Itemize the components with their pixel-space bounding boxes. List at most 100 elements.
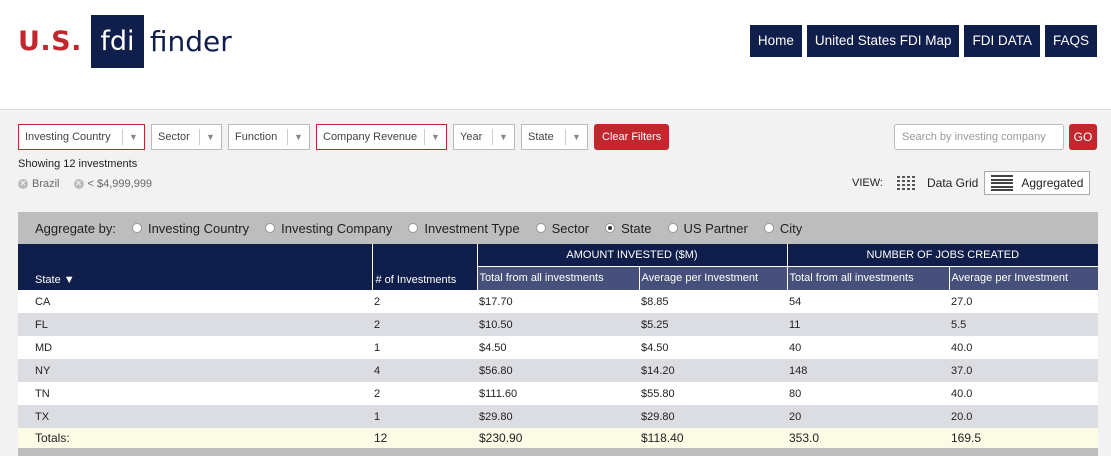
- aggregate-by-bar: Aggregate by: Investing Country Investin…: [18, 212, 1098, 244]
- chevron-down-icon: ▼: [424, 129, 446, 145]
- radio-sector[interactable]: Sector: [535, 220, 590, 236]
- cell-state: TN: [18, 382, 372, 405]
- cell-jobs-total: 148: [787, 359, 949, 382]
- nav-faqs[interactable]: FAQS: [1044, 25, 1097, 57]
- filter-label: Sector: [158, 131, 190, 143]
- cell-jobs-total: 40: [787, 336, 949, 359]
- column-header-state[interactable]: State ▼: [18, 244, 372, 290]
- filter-year[interactable]: Year ▼: [453, 124, 515, 150]
- cell-jobs-total: 80: [787, 382, 949, 405]
- radio-us-partner[interactable]: US Partner: [667, 221, 748, 236]
- radio-investment-type[interactable]: Investment Type: [408, 221, 520, 236]
- filter-label: Company Revenue: [323, 131, 418, 143]
- cell-jobs-total: 20: [787, 405, 949, 428]
- cell-count: 1: [372, 405, 477, 428]
- column-header-amount-total[interactable]: Total from all investments: [476, 265, 639, 290]
- site-header: U.S. fdi finder Home United States FDI M…: [0, 0, 1111, 110]
- table-row: TX 1 $29.80 $29.80 20 20.0: [18, 405, 1098, 428]
- filter-company-revenue[interactable]: Company Revenue ▼: [316, 124, 447, 150]
- cell-jobs-total: 11: [787, 313, 949, 336]
- cell-jobs-avg: 27.0: [949, 290, 1098, 313]
- cell-count: 2: [372, 313, 477, 336]
- chip-brazil[interactable]: ✕ Brazil: [18, 178, 60, 190]
- filter-label: Year: [460, 131, 483, 143]
- cell-amount-total: $111.60: [477, 382, 639, 405]
- group-header-amount: AMOUNT INVESTED ($M): [476, 244, 787, 267]
- radio-investing-country[interactable]: Investing Country: [131, 221, 249, 236]
- cell-state: NY: [18, 359, 372, 382]
- cell-amount-total: $4.50: [477, 336, 639, 359]
- table-row: CA 2 $17.70 $8.85 54 27.0: [18, 290, 1098, 313]
- radio-label: City: [779, 220, 803, 236]
- chip-revenue[interactable]: ✕ < $4,999,999: [73, 178, 152, 190]
- remove-icon[interactable]: ✕: [73, 179, 84, 189]
- logo-us-text: U.S.: [18, 25, 82, 57]
- cell-jobs-avg: 5.5: [949, 313, 1098, 336]
- cell-count: 2: [372, 382, 477, 405]
- radio-icon: [535, 223, 546, 233]
- cell-jobs-avg: 40.0: [949, 336, 1098, 359]
- filter-label: Investing Country: [25, 131, 111, 143]
- company-search-input[interactable]: Search by investing company: [894, 124, 1064, 150]
- aggregate-table: State ▼ # of Investments AMOUNT INVESTED…: [18, 244, 1098, 448]
- totals-jobs-total: 353.0: [787, 428, 949, 448]
- logo-finder-text: finder: [149, 24, 232, 58]
- radio-investing-company[interactable]: Investing Company: [265, 221, 392, 236]
- remove-icon[interactable]: ✕: [18, 179, 28, 189]
- totals-row: Totals: 12 $230.90 $118.40 353.0 169.5: [18, 428, 1098, 448]
- main-nav: Home United States FDI Map FDI DATA FAQS: [749, 25, 1097, 57]
- cell-jobs-avg: 40.0: [949, 382, 1098, 405]
- radio-icon: [763, 223, 774, 233]
- cell-amount-avg: $4.50: [639, 336, 787, 359]
- filter-sector[interactable]: Sector ▼: [151, 124, 222, 150]
- chevron-down-icon: ▼: [122, 129, 144, 145]
- cell-amount-avg: $14.20: [639, 359, 787, 382]
- nav-home[interactable]: Home: [749, 25, 802, 57]
- chip-label: Brazil: [32, 178, 60, 190]
- aggregate-label: Aggregate by:: [35, 220, 116, 236]
- cell-state: MD: [18, 336, 372, 359]
- column-header-investments[interactable]: # of Investments: [371, 244, 477, 290]
- radio-city[interactable]: City: [763, 220, 803, 236]
- column-header-amount-avg[interactable]: Average per Investment: [638, 265, 787, 290]
- nav-fdi-map[interactable]: United States FDI Map: [806, 25, 960, 57]
- chevron-down-icon: ▼: [199, 129, 221, 145]
- cell-count: 1: [372, 336, 477, 359]
- view-switcher: VIEW: Data Grid Aggregated: [852, 171, 1091, 195]
- column-header-jobs-total[interactable]: Total from all investments: [786, 265, 949, 290]
- column-header-jobs-avg[interactable]: Average per Investment: [948, 265, 1098, 290]
- totals-jobs-avg: 169.5: [949, 428, 1098, 448]
- radio-label: Sector: [551, 220, 590, 236]
- totals-amount-avg: $118.40: [639, 428, 787, 448]
- view-label: VIEW:: [852, 177, 883, 189]
- filter-investing-country[interactable]: Investing Country ▼: [18, 124, 145, 150]
- view-option-label: Data Grid: [926, 176, 979, 190]
- active-filter-chips: ✕ Brazil ✕ < $4,999,999: [18, 178, 152, 190]
- filter-label: Function: [235, 131, 278, 143]
- site-logo[interactable]: U.S. fdi finder: [18, 14, 232, 68]
- totals-amount-total: $230.90: [477, 428, 639, 448]
- cell-jobs-avg: 20.0: [949, 405, 1098, 428]
- cell-jobs-avg: 37.0: [949, 359, 1098, 382]
- chevron-down-icon: ▼: [565, 129, 587, 145]
- view-aggregated[interactable]: Aggregated: [984, 171, 1091, 195]
- table-row: NY 4 $56.80 $14.20 148 37.0: [18, 359, 1098, 382]
- radio-icon: [408, 223, 419, 233]
- search-go-button[interactable]: GO: [1069, 124, 1097, 150]
- nav-fdi-data[interactable]: FDI DATA: [964, 25, 1040, 57]
- clear-filters-button[interactable]: Clear Filters: [594, 124, 670, 150]
- radio-state[interactable]: State: [605, 221, 652, 236]
- table-row: FL 2 $10.50 $5.25 11 5.5: [18, 313, 1098, 336]
- grid-icon: [896, 176, 919, 190]
- filter-function[interactable]: Function ▼: [228, 124, 310, 150]
- chevron-down-icon: ▼: [287, 129, 309, 145]
- cell-state: TX: [18, 405, 372, 428]
- group-header-jobs: NUMBER OF JOBS CREATED: [786, 244, 1098, 267]
- view-option-label: Aggregated: [1021, 176, 1084, 190]
- radio-icon: [667, 223, 678, 233]
- view-data-grid[interactable]: Data Grid: [891, 171, 984, 195]
- totals-count: 12: [372, 428, 477, 448]
- cell-amount-avg: $29.80: [639, 405, 787, 428]
- logo-fdi-box: fdi: [90, 14, 144, 68]
- filter-state[interactable]: State ▼: [521, 124, 588, 150]
